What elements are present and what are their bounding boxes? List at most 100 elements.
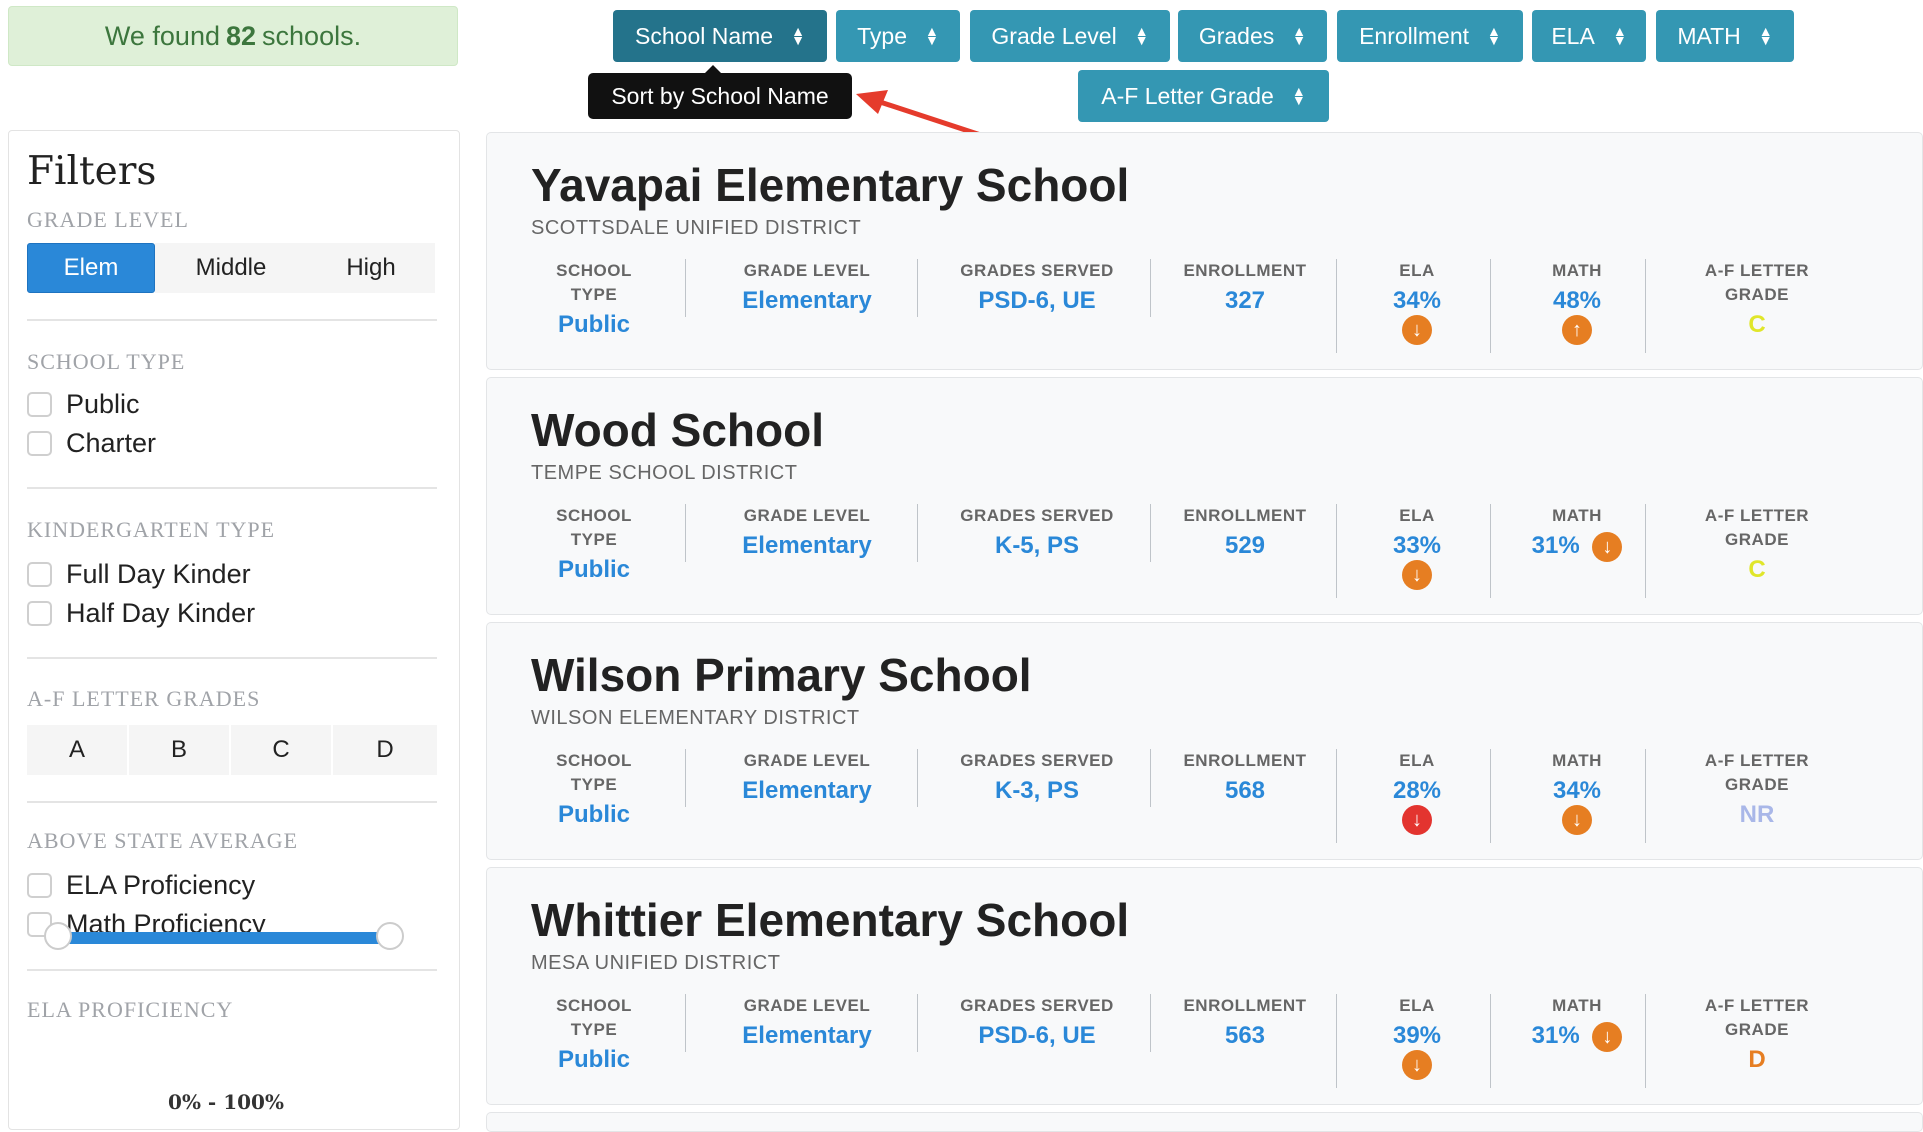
col-label: GRADES SERVED (960, 506, 1114, 525)
school-district: TEMPE SCHOOL DISTRICT (531, 462, 798, 484)
sort-type-button[interactable]: Type ▲ ▼ (836, 10, 960, 62)
col-label: SCHOOL TYPE (556, 506, 632, 549)
enrollment-cell: ENROLLMENT 568 (1157, 749, 1333, 805)
letter-grade-a-button[interactable]: A (27, 725, 127, 775)
divider (685, 994, 686, 1052)
col-label: SCHOOL TYPE (556, 751, 632, 794)
school-card[interactable]: Wilson Primary School WILSON ELEMENTARY … (486, 622, 1923, 860)
math-value: 31% (1531, 532, 1580, 559)
letter-grade-value: D (1748, 1046, 1766, 1073)
school-name[interactable]: Yavapai Elementary School (531, 158, 1129, 212)
school-name[interactable]: Wilson Primary School (531, 648, 1032, 702)
math-value: 34% (1552, 777, 1602, 804)
arrow-down-icon: ↓ (1402, 315, 1432, 345)
grade-level-cell: GRADE LEVEL Elementary (697, 504, 917, 560)
sort-ela-button[interactable]: ELA ▲ ▼ (1532, 10, 1646, 62)
sort-enrollment-button[interactable]: Enrollment ▲ ▼ (1337, 10, 1523, 62)
checkbox-box[interactable] (27, 562, 52, 587)
col-label: GRADE LEVEL (743, 751, 871, 770)
arrow-down-icon: ↓ (1592, 1022, 1623, 1052)
grades-served-cell: GRADES SERVED PSD-6, UE (927, 994, 1147, 1050)
divider (1150, 504, 1151, 562)
sort-math-button[interactable]: MATH ▲ ▼ (1656, 10, 1794, 62)
col-label: GRADE LEVEL (743, 506, 871, 525)
school-card[interactable]: Whittier Elementary School MESA UNIFIED … (486, 867, 1923, 1105)
divider (917, 259, 918, 317)
grade-level-toggle: Elem Middle High (27, 243, 435, 293)
col-label: ELA (1399, 996, 1435, 1015)
grades-served-cell: GRADES SERVED K-3, PS (927, 749, 1147, 805)
divider (1336, 504, 1337, 598)
school-name[interactable]: Whittier Elementary School (531, 893, 1129, 947)
slider-max-handle[interactable] (376, 922, 404, 950)
sort-grade-level-button[interactable]: Grade Level ▲ ▼ (970, 10, 1170, 62)
letter-grade-c-button[interactable]: C (231, 725, 331, 775)
half-day-kinder-checkbox[interactable]: Half Day Kinder (27, 598, 255, 629)
divider (1490, 504, 1491, 598)
school-district: SCOTTSDALE UNIFIED DISTRICT (531, 217, 862, 239)
sort-button-label: Type (857, 22, 907, 49)
school-card[interactable]: Wood School TEMPE SCHOOL DISTRICT SCHOOL… (486, 377, 1923, 615)
divider (685, 749, 686, 807)
sort-school-name-button[interactable]: School Name ▲ ▼ (613, 10, 827, 62)
col-label: GRADES SERVED (960, 751, 1114, 770)
enrollment-cell: ENROLLMENT 529 (1157, 504, 1333, 560)
divider (27, 801, 437, 803)
grade-level-elem-button[interactable]: Elem (27, 243, 155, 293)
enrollment-cell: ENROLLMENT 327 (1157, 259, 1333, 315)
letter-grade-cell: A-F LETTER GRADE C (1657, 259, 1857, 339)
slider-min-handle[interactable] (44, 922, 72, 950)
school-name[interactable]: Wood School (531, 403, 824, 457)
grades-served-value: PSD-6, UE (978, 287, 1096, 314)
divider (1645, 994, 1646, 1088)
school-type-charter-checkbox[interactable]: Charter (27, 428, 156, 459)
divider (27, 487, 437, 489)
letter-grade-cell: A-F LETTER GRADE C (1657, 504, 1857, 584)
ela-proficiency-slider[interactable] (44, 917, 404, 957)
full-day-kinder-checkbox[interactable]: Full Day Kinder (27, 559, 251, 590)
enrollment-value: 529 (1224, 532, 1266, 559)
letter-grade-value: C (1748, 556, 1766, 583)
sort-grades-button[interactable]: Grades ▲ ▼ (1178, 10, 1327, 62)
sort-caret-icon: ▲ ▼ (1758, 23, 1773, 48)
math-cell: MATH 31% ↓ (1499, 504, 1655, 562)
divider (1490, 994, 1491, 1088)
checkbox-box[interactable] (27, 873, 52, 898)
sort-caret-icon: ▲ ▼ (1291, 83, 1306, 108)
col-label: SCHOOL TYPE (556, 996, 632, 1039)
divider (1490, 259, 1491, 353)
divider (27, 319, 437, 321)
sort-caret-icon: ▲ ▼ (1612, 23, 1627, 48)
col-label: SCHOOL TYPE (556, 261, 632, 304)
kinder-type-title: KINDERGARTEN TYPE (27, 517, 276, 542)
col-label: ELA (1399, 506, 1435, 525)
col-label: ENROLLMENT (1183, 751, 1307, 770)
letter-grade-d-button[interactable]: D (333, 725, 437, 775)
divider (1336, 749, 1337, 843)
grade-level-high-button[interactable]: High (307, 243, 435, 293)
grades-served-value: PSD-6, UE (978, 1022, 1096, 1049)
grade-level-middle-button[interactable]: Middle (155, 243, 307, 293)
divider (1150, 259, 1151, 317)
letter-grade-b-button[interactable]: B (129, 725, 229, 775)
letter-grade-value: NR (1739, 801, 1775, 828)
arrow-up-icon: ↑ (1562, 315, 1592, 345)
divider (1150, 994, 1151, 1052)
math-cell: MATH 48% ↑ (1499, 259, 1655, 345)
letter-grade-cell: A-F LETTER GRADE NR (1657, 749, 1857, 829)
checkbox-box[interactable] (27, 601, 52, 626)
school-type-title: SCHOOL TYPE (27, 349, 186, 374)
checkbox-box[interactable] (27, 392, 52, 417)
slider-track (54, 932, 394, 944)
divider (27, 969, 437, 971)
school-type-cell: SCHOOL TYPE Public (539, 749, 649, 829)
school-type-public-checkbox[interactable]: Public (27, 389, 140, 420)
school-type-value: Public (557, 311, 630, 338)
school-card[interactable]: Yavapai Elementary School SCOTTSDALE UNI… (486, 132, 1923, 370)
ela-proficiency-checkbox[interactable]: ELA Proficiency (27, 870, 255, 901)
checkbox-box[interactable] (27, 431, 52, 456)
sort-letter-grade-button[interactable]: A-F Letter Grade ▲ ▼ (1078, 70, 1329, 122)
arrow-down-icon: ↓ (1402, 560, 1432, 590)
grades-served-cell: GRADES SERVED K-5, PS (927, 504, 1147, 560)
math-value-row: 31% ↓ (1499, 532, 1655, 562)
